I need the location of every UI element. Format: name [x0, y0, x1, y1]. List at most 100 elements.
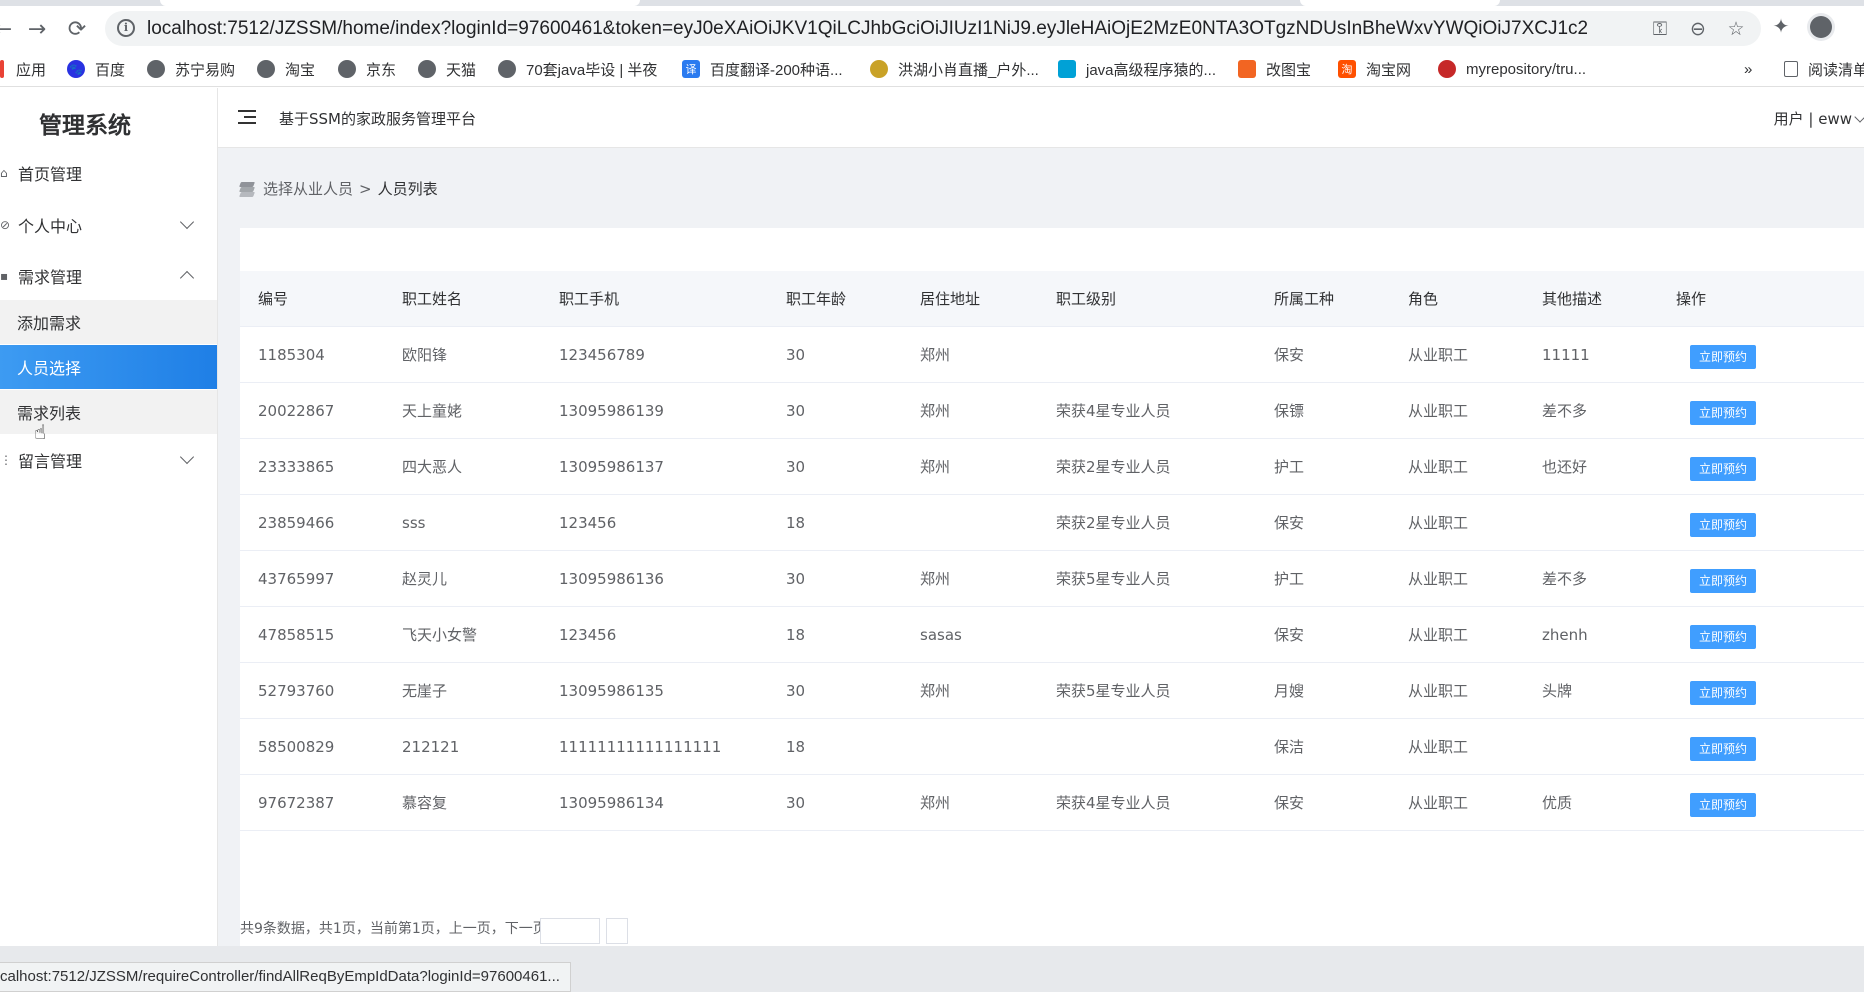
- book-now-button[interactable]: 立即预约: [1690, 569, 1756, 593]
- bookmark-apps[interactable]: 应用: [0, 57, 46, 81]
- apps-grid-icon: [0, 60, 4, 78]
- cell-job-type: 保安: [1274, 346, 1305, 364]
- cell-name: 赵灵儿: [402, 570, 448, 588]
- profile-avatar-icon[interactable]: [1807, 13, 1835, 41]
- user-menu[interactable]: 用户 | eww: [1774, 108, 1864, 129]
- sidebar-item-home[interactable]: ⌂ 首页管理: [0, 148, 218, 198]
- sidebar-item-message[interactable]: ⋮ 留言管理: [0, 435, 218, 485]
- cell-description: 差不多: [1542, 402, 1588, 420]
- cell-id: 23333865: [258, 458, 335, 476]
- address-bar[interactable]: i localhost:7512/JZSSM/home/index?loginI…: [105, 11, 1761, 46]
- breadcrumb-current: 人员列表: [377, 180, 438, 198]
- sidebar-item-label: 个人中心: [18, 217, 83, 236]
- cell-address: sasas: [920, 626, 962, 644]
- cell-job-type: 护工: [1274, 570, 1305, 588]
- cell-role: 从业职工: [1408, 458, 1469, 476]
- bookmark-star-icon[interactable]: ☆: [1725, 18, 1747, 40]
- sidebar-subitem-staff-select[interactable]: 人员选择: [0, 345, 217, 389]
- cell-job-type: 保安: [1274, 794, 1305, 812]
- cell-phone: 123456789: [559, 346, 645, 364]
- bookmark-java-senior[interactable]: java高级程序猿的...: [1058, 57, 1216, 81]
- page-jump-input[interactable]: [540, 918, 600, 944]
- cell-role: 从业职工: [1408, 570, 1469, 588]
- globe-icon: [498, 60, 516, 78]
- bookmark-live-stream[interactable]: 洪湖小肖直播_户外...: [870, 57, 1039, 81]
- sidebar-subitem-add-demand[interactable]: 添加需求: [0, 300, 217, 344]
- page-jump-button[interactable]: [606, 918, 628, 944]
- book-now-button[interactable]: 立即预约: [1690, 681, 1756, 705]
- home-icon: ⌂: [0, 166, 8, 180]
- cell-phone: 13095986137: [559, 458, 664, 476]
- cell-name: 212121: [402, 738, 460, 756]
- reading-list-button[interactable]: 阅读清单: [1784, 57, 1864, 81]
- cell-level: 荣获4星专业人员: [1056, 402, 1171, 420]
- chevron-down-icon: [179, 214, 195, 230]
- cell-age: 30: [786, 346, 806, 364]
- bookmark-gaitubao[interactable]: 改图宝: [1238, 57, 1311, 81]
- book-now-button[interactable]: 立即预约: [1690, 737, 1756, 761]
- book-now-button[interactable]: 立即预约: [1690, 793, 1756, 817]
- cell-description: zhenh: [1542, 626, 1588, 644]
- cell-name: 慕容复: [402, 794, 448, 812]
- forward-arrow-icon[interactable]: →: [22, 14, 52, 44]
- bookmarks-bar: 应用 🐾 百度 苏宁易购 淘宝 京东 天猫 70套java毕设 | 半夜 译百度翻…: [0, 51, 1864, 87]
- book-now-button[interactable]: 立即预约: [1690, 345, 1756, 369]
- sidebar-item-demand[interactable]: ▪ 需求管理: [0, 251, 218, 301]
- book-now-button[interactable]: 立即预约: [1690, 625, 1756, 649]
- table-row: 58500829 212121 11111111111111111 18 保洁 从业职工 立…: [240, 719, 1864, 775]
- cell-address: 郑州: [920, 570, 951, 588]
- extensions-icon[interactable]: ✦: [1768, 13, 1794, 39]
- collapse-menu-icon[interactable]: [238, 110, 256, 124]
- cell-id: 23859466: [258, 514, 335, 532]
- globe-icon: [257, 60, 275, 78]
- pager-summary: 共9条数据，共1页，当前第1页，上一页，下一页，跳: [240, 921, 575, 937]
- bookmark-tmall[interactable]: 天猫: [418, 57, 476, 81]
- main-content: 选择从业人员 > 人员列表 编号 职工姓名 职工手机 职工年龄 居住地址 职工级…: [218, 148, 1864, 946]
- cell-job-type: 保安: [1274, 514, 1305, 532]
- sidebar-subitem-demand-list[interactable]: 需求列表: [0, 390, 217, 434]
- reading-list-icon: [1784, 61, 1798, 77]
- sidebar-item-personal[interactable]: ⊘ 个人中心: [0, 200, 218, 250]
- cell-level: 荣获2星专业人员: [1056, 514, 1171, 532]
- bookmark-baidu-translate[interactable]: 译百度翻译-200种语...: [682, 57, 843, 81]
- cell-phone: 13095986136: [559, 570, 664, 588]
- back-arrow-icon[interactable]: ←: [0, 14, 18, 44]
- cell-id: 20022867: [258, 402, 335, 420]
- bird-icon: [870, 60, 888, 78]
- column-header: 所属工种: [1274, 290, 1335, 308]
- column-header: 职工年龄: [786, 290, 847, 308]
- bookmark-myrepository[interactable]: myrepository/tru...: [1438, 57, 1586, 81]
- app-title: 基于SSM的家政服务管理平台: [279, 110, 476, 128]
- chevron-down-icon: [179, 449, 195, 465]
- table-row: 43765997 赵灵儿 13095986136 30 郑州 荣获5星专业人员 护工 从业职工…: [240, 551, 1864, 607]
- bookmarks-overflow-button[interactable]: »: [1744, 57, 1752, 81]
- zoom-icon[interactable]: ⊖: [1687, 18, 1709, 40]
- column-header: 居住地址: [920, 290, 981, 308]
- cell-description: 11111: [1542, 346, 1590, 364]
- url-text[interactable]: localhost:7512/JZSSM/home/index?loginId=…: [147, 18, 1587, 40]
- bookmark-jd[interactable]: 京东: [338, 57, 396, 81]
- breadcrumb-parent[interactable]: 选择从业人员: [263, 178, 353, 199]
- cell-role: 从业职工: [1408, 682, 1469, 700]
- cell-age: 30: [786, 570, 806, 588]
- book-now-button[interactable]: 立即预约: [1690, 457, 1756, 481]
- key-icon[interactable]: ⚿: [1649, 18, 1671, 40]
- table-row: 1185304 欧阳锋 123456789 30 郑州 保安 从业职工 11111 立即预约: [240, 327, 1864, 383]
- bookmark-taobao[interactable]: 淘宝: [257, 57, 315, 81]
- bookmark-java-projects[interactable]: 70套java毕设 | 半夜: [498, 57, 657, 81]
- site-info-icon[interactable]: i: [117, 19, 135, 37]
- book-now-button[interactable]: 立即预约: [1690, 401, 1756, 425]
- bookmark-suning[interactable]: 苏宁易购: [147, 57, 235, 81]
- reload-icon[interactable]: ⟳: [62, 14, 92, 44]
- staff-table-panel: 编号 职工姓名 职工手机 职工年龄 居住地址 职工级别 所属工种 角色 其他描述…: [240, 228, 1864, 946]
- cell-role: 从业职工: [1408, 626, 1469, 644]
- bookmark-baidu[interactable]: 🐾 百度: [67, 57, 125, 81]
- globe-icon: [418, 60, 436, 78]
- book-now-button[interactable]: 立即预约: [1690, 513, 1756, 537]
- cell-address: 郑州: [920, 402, 951, 420]
- cell-name: 四大恶人: [402, 458, 463, 476]
- cell-job-type: 护工: [1274, 458, 1305, 476]
- column-header: 操作: [1676, 290, 1707, 308]
- bookmark-taobao-net[interactable]: 淘淘宝网: [1338, 57, 1411, 81]
- sidebar: 管理系统 ⌂ 首页管理 ⊘ 个人中心 ▪ 需求管理 添加需求 人员选择 需求列表…: [0, 88, 218, 946]
